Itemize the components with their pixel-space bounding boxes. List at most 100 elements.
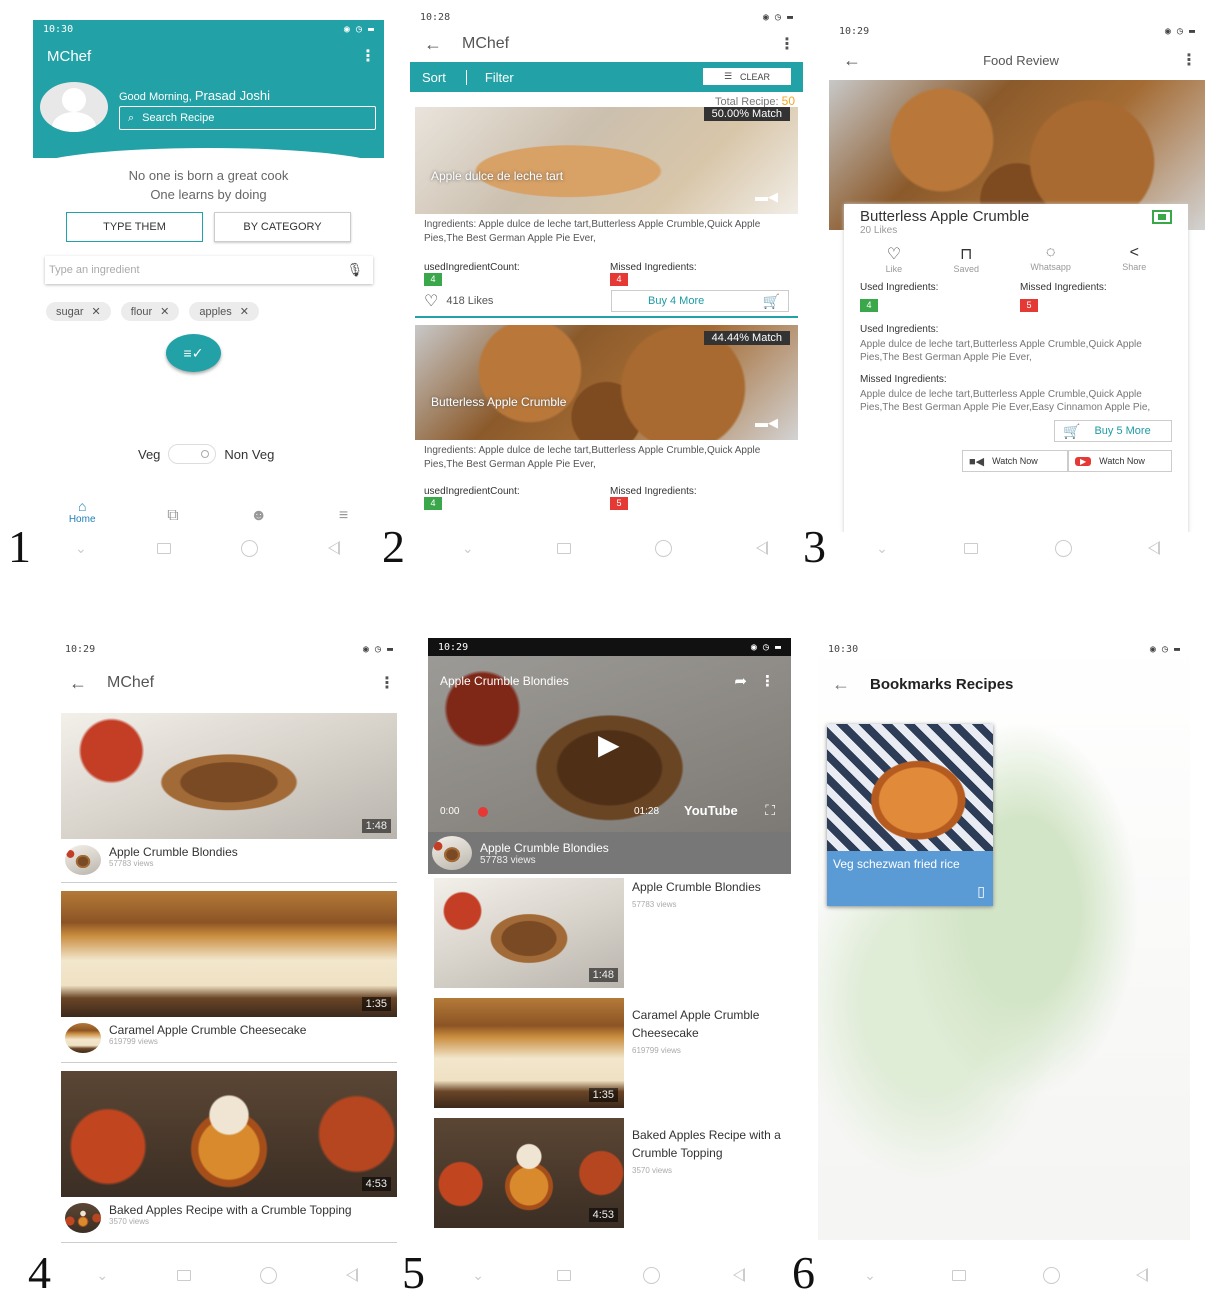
related-item[interactable]: 4:53 Baked Apples Recipe with a Crumble … xyxy=(434,1118,785,1232)
bookmark-icon[interactable]: ▯ xyxy=(977,883,985,900)
overflow-menu-icon[interactable]: ⋮ xyxy=(1181,50,1197,70)
likes: ♡ 418 Likes xyxy=(424,291,493,311)
whatsapp-label: Whatsapp xyxy=(1030,262,1071,272)
bookmark-image xyxy=(827,724,993,851)
used-badge: 4 xyxy=(424,273,442,286)
status-bar: 10:30 ◉ ◷ ▬ xyxy=(818,640,1190,658)
microphone-icon[interactable]: 🎙 xyxy=(346,262,363,278)
veg-toggle-row: Veg Non Veg xyxy=(138,444,274,464)
video-player[interactable]: 10:29 ◉ ◷ ▬ Apple Crumble Blondies ➦ ⋮ ▶… xyxy=(428,638,791,874)
close-icon[interactable]: ✕ xyxy=(92,305,101,318)
home-circle-icon[interactable] xyxy=(240,539,258,557)
recents-icon[interactable] xyxy=(156,542,171,554)
back-triangle-icon[interactable] xyxy=(1147,541,1160,555)
overflow-menu-icon[interactable]: ⋮ xyxy=(779,34,795,54)
recents-icon[interactable] xyxy=(176,1269,191,1281)
back-triangle-icon[interactable] xyxy=(756,541,769,555)
home-circle-icon[interactable] xyxy=(643,1266,661,1284)
chevron-down-icon[interactable]: ⌄ xyxy=(96,1267,108,1284)
tab-by-category[interactable]: BY CATEGORY xyxy=(214,212,351,242)
recents-icon[interactable] xyxy=(556,1269,571,1281)
recents-icon[interactable] xyxy=(964,542,979,554)
nav-home[interactable]: ⌂ Home xyxy=(69,498,96,525)
status-bar: 10:29 ◉ ◷ ▬ xyxy=(428,638,791,656)
home-circle-icon[interactable] xyxy=(259,1266,277,1284)
recipe-card[interactable]: 44.44% Match Butterless Apple Crumble ▬◀… xyxy=(415,325,798,510)
overflow-menu-icon[interactable]: ⋮ xyxy=(760,672,775,690)
battery-icon: ◉ ◷ ▬ xyxy=(1149,643,1180,655)
veg-toggle[interactable] xyxy=(168,444,217,464)
page-title: Food Review xyxy=(983,52,1059,68)
like-button[interactable]: ♡ Like xyxy=(886,244,903,274)
home-circle-icon[interactable] xyxy=(655,539,673,557)
chevron-down-icon[interactable]: ⌄ xyxy=(864,1267,876,1284)
screen-recipe-results: 10:28 ◉ ◷ ▬ ← MChef ⋮ Sort Filter ☰ CLEAR… xyxy=(410,8,803,530)
chip-label: sugar xyxy=(56,305,84,318)
chevron-down-icon[interactable]: ⌄ xyxy=(876,540,888,557)
bookmark-icon: ⊓ xyxy=(960,246,973,263)
play-icon[interactable]: ▶ xyxy=(598,728,620,761)
watch-now-youtube-button[interactable]: ▶ Watch Now xyxy=(1068,450,1172,472)
back-triangle-icon[interactable] xyxy=(327,541,340,555)
home-circle-icon[interactable] xyxy=(1054,539,1072,557)
video-icon[interactable]: ▬◀ xyxy=(755,189,778,205)
menu-icon[interactable]: ≡ xyxy=(339,507,348,525)
chip-flour[interactable]: flour ✕ xyxy=(120,302,180,321)
ingredient-input[interactable]: Type an ingredient 🎙 xyxy=(45,256,373,284)
buy-more-button[interactable]: 🛒 Buy 5 More xyxy=(1054,420,1172,442)
avatar[interactable] xyxy=(40,82,108,132)
video-views: 3570 views xyxy=(632,1166,673,1175)
clear-button[interactable]: ☰ CLEAR xyxy=(703,68,791,85)
sort-button[interactable]: Sort xyxy=(422,69,467,85)
heart-icon[interactable]: ♡ xyxy=(424,291,438,311)
tab-type-them[interactable]: TYPE THEM xyxy=(66,212,203,242)
chevron-down-icon[interactable]: ⌄ xyxy=(462,540,474,557)
watch-now-video-button[interactable]: ■◀ Watch Now xyxy=(962,450,1068,472)
whatsapp-button[interactable]: ◌ Whatsapp xyxy=(1030,244,1071,274)
recipe-card[interactable]: 50.00% Match Apple dulce de leche tart ▬… xyxy=(415,107,798,318)
back-triangle-icon[interactable] xyxy=(1135,1268,1148,1282)
seek-handle[interactable] xyxy=(478,807,488,817)
recents-icon[interactable] xyxy=(557,542,572,554)
back-arrow-icon[interactable]: ← xyxy=(843,50,861,71)
gallery-icon[interactable]: ⧉ xyxy=(167,507,178,525)
share-arrow-icon[interactable]: ➦ xyxy=(734,672,747,690)
back-arrow-icon[interactable]: ← xyxy=(832,674,850,695)
card-footer: ♡ 418 Likes Buy 4 More 🛒 xyxy=(415,288,798,316)
chip-sugar[interactable]: sugar ✕ xyxy=(46,302,111,321)
search-input[interactable]: ⌕ Search Recipe xyxy=(119,106,376,130)
chevron-down-icon[interactable]: ⌄ xyxy=(75,540,87,557)
fullscreen-icon[interactable]: ⛶ xyxy=(765,802,775,819)
chip-apples[interactable]: apples ✕ xyxy=(189,302,260,321)
video-item[interactable]: 4:53 Baked Apples Recipe with a Crumble … xyxy=(61,1071,397,1243)
greeting: Good Morning, Prasad Joshi xyxy=(119,88,270,103)
related-item[interactable]: 1:35 Caramel Apple Crumble Cheesecake 619… xyxy=(434,998,785,1112)
related-item[interactable]: 1:48 Apple Crumble Blondies 57783 views xyxy=(434,878,785,992)
home-circle-icon[interactable] xyxy=(1042,1266,1060,1284)
video-icon[interactable]: ▬◀ xyxy=(755,415,778,431)
filter-button[interactable]: Filter xyxy=(467,70,514,85)
close-icon[interactable]: ✕ xyxy=(240,305,249,318)
missed-label: Missed Ingredients: xyxy=(1020,282,1107,293)
bookmark-card[interactable]: Veg schezwan fried rice ▯ xyxy=(827,724,993,906)
overflow-menu-icon[interactable]: ⋮ xyxy=(360,46,376,66)
recents-icon[interactable] xyxy=(952,1269,967,1281)
search-recipes-button[interactable]: ≡✓ xyxy=(166,334,221,372)
video-item[interactable]: 1:35 Caramel Apple Crumble Cheesecake 619… xyxy=(61,891,397,1063)
back-triangle-icon[interactable] xyxy=(345,1268,358,1282)
overflow-menu-icon[interactable]: ⋮ xyxy=(379,673,395,693)
profile-icon[interactable]: ☻ xyxy=(250,507,267,525)
back-arrow-icon[interactable]: ← xyxy=(69,673,87,694)
video-item[interactable]: 1:48 Apple Crumble Blondies 57783 views xyxy=(61,713,397,883)
system-nav-bar: ⌄ xyxy=(40,536,375,560)
back-arrow-icon[interactable]: ← xyxy=(424,34,442,55)
buy-more-button[interactable]: Buy 4 More 🛒 xyxy=(611,290,789,312)
saved-button[interactable]: ⊓ Saved xyxy=(954,244,980,274)
share-button[interactable]: < Share xyxy=(1122,244,1146,274)
close-icon[interactable]: ✕ xyxy=(160,305,169,318)
status-time: 10:30 xyxy=(828,643,859,655)
review-card: Butterless Apple Crumble 20 Likes ♡ Like … xyxy=(844,204,1188,532)
screen-food-review: 10:29 ◉ ◷ ▬ ← Food Review ⋮ Butterless A… xyxy=(829,22,1205,532)
chevron-down-icon[interactable]: ⌄ xyxy=(472,1267,484,1284)
back-triangle-icon[interactable] xyxy=(732,1268,745,1282)
